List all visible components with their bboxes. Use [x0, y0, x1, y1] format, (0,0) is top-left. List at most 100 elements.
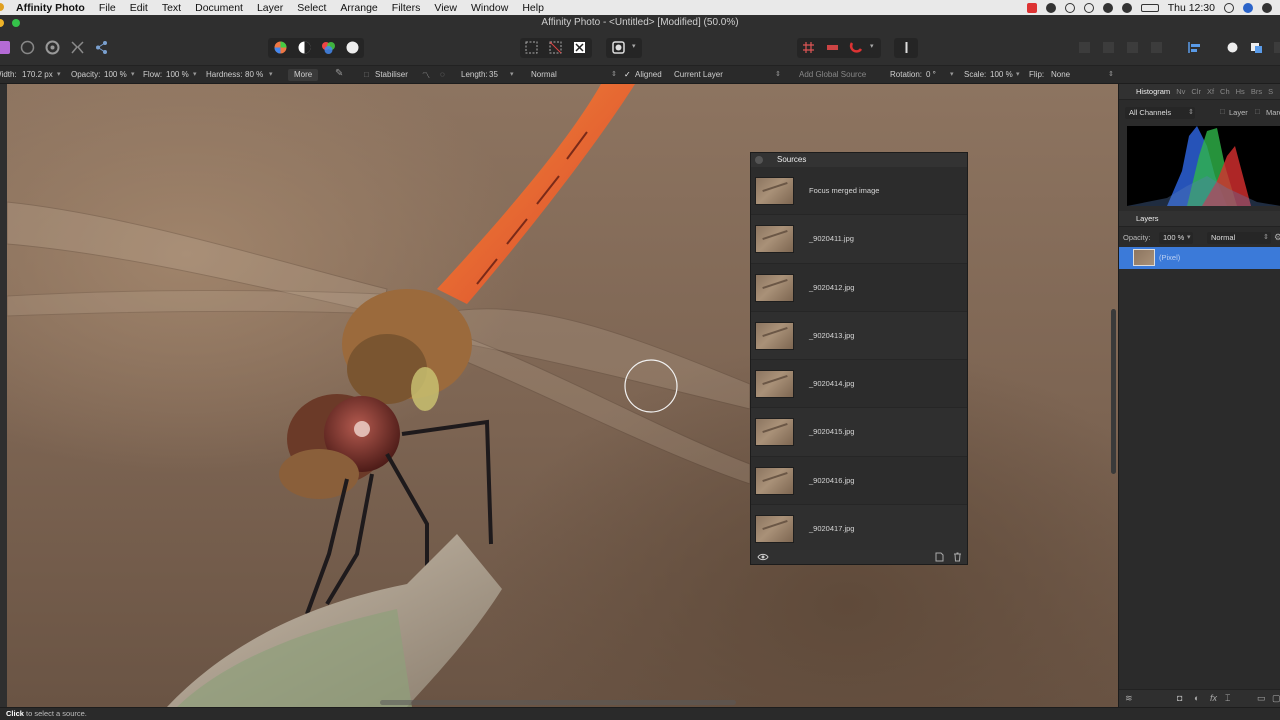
- tab-transform[interactable]: Xf: [1207, 87, 1214, 96]
- opacity-field[interactable]: 100 %: [104, 70, 127, 79]
- tab-history[interactable]: Hs: [1236, 87, 1245, 96]
- hardness-dropdown-icon[interactable]: ▾: [269, 70, 273, 78]
- tab-color[interactable]: Clr: [1191, 87, 1201, 96]
- length-field[interactable]: 35: [489, 70, 498, 79]
- opacity-dropdown-icon[interactable]: ▾: [131, 70, 135, 78]
- stabiliser-checkbox[interactable]: □: [364, 70, 369, 79]
- quick-mask-icon[interactable]: [611, 40, 626, 55]
- group-folder-icon[interactable]: ▭: [1257, 693, 1266, 704]
- layer-blend-mode-select[interactable]: Normal: [1207, 232, 1271, 244]
- tab-channels[interactable]: Ch: [1220, 87, 1230, 96]
- menu-select[interactable]: Select: [290, 2, 333, 14]
- notification-center-icon[interactable]: [1262, 2, 1272, 13]
- source-item[interactable]: _9020416.jpg: [751, 457, 967, 506]
- align-icon[interactable]: [1187, 40, 1202, 55]
- wifi-icon[interactable]: [1102, 2, 1113, 13]
- vertical-scrollbar[interactable]: [1111, 309, 1116, 474]
- layer-settings-gear-icon[interactable]: ⚙: [1274, 232, 1280, 243]
- tab-brushes[interactable]: Brs: [1251, 87, 1262, 96]
- source-item-focus-merged[interactable]: Focus merged image: [751, 167, 967, 216]
- blend-mode-dropdown-icon[interactable]: ⇕: [611, 70, 617, 78]
- source-item[interactable]: _9020415.jpg: [751, 408, 967, 457]
- add-source-icon[interactable]: [935, 552, 944, 562]
- eye-icon[interactable]: [757, 553, 769, 561]
- tab-layers[interactable]: Layers: [1136, 214, 1159, 223]
- fx-icon[interactable]: fx: [1210, 693, 1217, 703]
- grid-icon[interactable]: [801, 40, 816, 55]
- mode-icon[interactable]: [1225, 40, 1240, 55]
- more-button[interactable]: More: [288, 69, 319, 81]
- assistant-icon[interactable]: [825, 40, 840, 55]
- flow-dropdown-icon[interactable]: ▾: [193, 70, 197, 78]
- export-persona-icon[interactable]: [94, 40, 109, 55]
- layer-checkbox[interactable]: □: [1220, 107, 1225, 116]
- source-item[interactable]: _9020414.jpg: [751, 360, 967, 409]
- battery-icon[interactable]: [1140, 3, 1159, 12]
- menubar-clock[interactable]: Thu 12:30: [1168, 2, 1215, 14]
- mask-icon[interactable]: ◘: [1177, 693, 1182, 703]
- layer-blend-dropdown-icon[interactable]: ⇕: [1263, 233, 1269, 241]
- brush-icon[interactable]: ✎: [335, 68, 343, 79]
- source-item[interactable]: _9020411.jpg: [751, 215, 967, 264]
- spotlight-icon[interactable]: [1224, 2, 1234, 13]
- arrange-forward-icon[interactable]: [1125, 40, 1140, 55]
- panel-close-icon[interactable]: [755, 156, 763, 164]
- adjustment-icon[interactable]: ◐: [1194, 693, 1199, 703]
- blend-mode-select[interactable]: Normal: [531, 70, 557, 79]
- menu-arrange[interactable]: Arrange: [333, 2, 384, 14]
- flow-field[interactable]: 100 %: [166, 70, 189, 79]
- status-half-icon[interactable]: [1045, 2, 1056, 13]
- rotation-field[interactable]: 0 °: [926, 70, 936, 79]
- layer-item-pixel[interactable]: (Pixel): [1119, 247, 1280, 269]
- studio-icon[interactable]: [1249, 40, 1264, 55]
- menu-help[interactable]: Help: [515, 2, 551, 14]
- auto-white-balance-icon[interactable]: [345, 40, 360, 55]
- window-minimize-button[interactable]: [0, 19, 4, 27]
- hardness-field[interactable]: 80 %: [245, 70, 263, 79]
- siri-icon[interactable]: [1243, 2, 1253, 13]
- scale-field[interactable]: 100 %: [990, 70, 1013, 79]
- sources-panel-header[interactable]: Sources: [751, 153, 967, 167]
- add-layer-icon[interactable]: ▢: [1272, 693, 1280, 704]
- aligned-checkbox[interactable]: ✓: [624, 70, 631, 79]
- flip-dropdown-icon[interactable]: ⇕: [1108, 70, 1114, 78]
- auto-levels-icon[interactable]: [273, 40, 288, 55]
- width-dropdown-icon[interactable]: ▾: [57, 70, 61, 78]
- menu-view[interactable]: View: [427, 2, 464, 14]
- info-icon[interactable]: [899, 40, 914, 55]
- pixel-layer-icon[interactable]: ⌶: [1225, 693, 1230, 704]
- invert-selection-icon[interactable]: [572, 40, 587, 55]
- source-item[interactable]: _9020413.jpg: [751, 311, 967, 361]
- rotation-dropdown-icon[interactable]: ▾: [950, 70, 954, 78]
- horizontal-scrollbar[interactable]: [380, 700, 736, 705]
- marquee-checkbox[interactable]: □: [1255, 107, 1260, 116]
- source-item[interactable]: _9020412.jpg: [751, 264, 967, 312]
- source-layer-select[interactable]: Current Layer: [674, 70, 723, 79]
- menu-edit[interactable]: Edit: [123, 2, 155, 14]
- snapping-icon[interactable]: [849, 40, 864, 55]
- develop-persona-icon[interactable]: [45, 40, 60, 55]
- marquee-select-icon[interactable]: [524, 40, 539, 55]
- add-global-source-button[interactable]: Add Global Source: [799, 70, 866, 79]
- delete-source-icon[interactable]: [953, 552, 962, 562]
- layer-stack-icon[interactable]: ≋: [1125, 693, 1133, 704]
- snapping-dropdown-icon[interactable]: ▾: [870, 42, 874, 50]
- menu-file[interactable]: File: [92, 2, 123, 14]
- channels-select[interactable]: All Channels: [1125, 107, 1195, 119]
- menu-filters[interactable]: Filters: [385, 2, 428, 14]
- menu-window[interactable]: Window: [464, 2, 515, 14]
- arrange-back-icon[interactable]: [1077, 40, 1092, 55]
- source-layer-dropdown-icon[interactable]: ⇕: [775, 70, 781, 78]
- quick-mask-dropdown-icon[interactable]: ▾: [632, 42, 636, 50]
- menu-app-name[interactable]: Affinity Photo: [0, 2, 92, 14]
- arrange-front-icon[interactable]: [1149, 40, 1164, 55]
- window-mode-icon[interactable]: ◌: [440, 70, 445, 79]
- liquify-persona-icon[interactable]: [20, 40, 35, 55]
- deselect-icon[interactable]: [548, 40, 563, 55]
- photo-persona-icon[interactable]: [0, 40, 11, 55]
- status-clock-icon[interactable]: [1083, 2, 1094, 13]
- menu-layer[interactable]: Layer: [250, 2, 290, 14]
- auto-colors-icon[interactable]: [321, 40, 336, 55]
- length-dropdown-icon[interactable]: ▾: [510, 70, 514, 78]
- layer-opacity-dropdown-icon[interactable]: ▾: [1187, 233, 1191, 241]
